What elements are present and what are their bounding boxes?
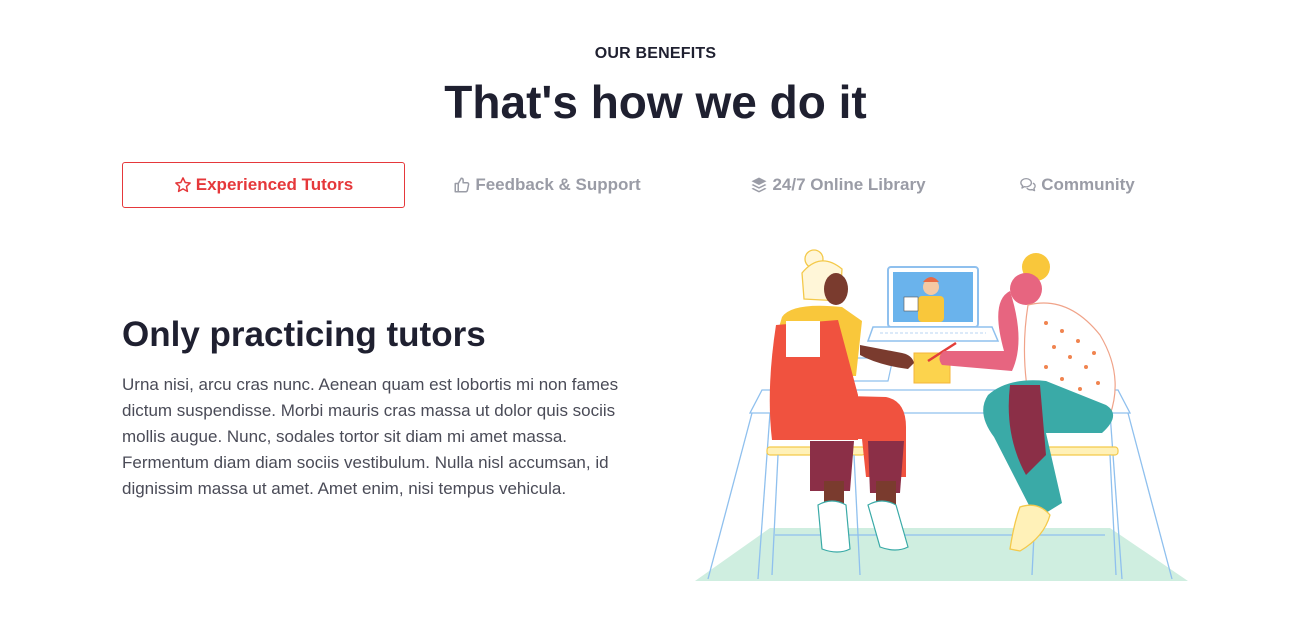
thumbs-up-icon — [453, 176, 471, 194]
illustration-svg — [695, 249, 1188, 581]
laptop — [866, 266, 1000, 342]
tab-online-library[interactable]: 24/7 Online Library — [712, 162, 964, 208]
tab-experienced-tutors[interactable]: Experienced Tutors — [122, 162, 405, 208]
content-body: Urna nisi, arcu cras nunc. Aenean quam e… — [122, 375, 619, 498]
content-title: Only practicing tutors — [122, 315, 486, 354]
tab-label: Community — [1041, 175, 1135, 194]
tab-label: Feedback & Support — [475, 175, 641, 194]
benefits-section: OUR BENEFITS That's how we do it Experie… — [0, 0, 1311, 635]
tutoring-session-illustration — [690, 245, 1190, 585]
tab-label: Experienced Tutors — [195, 175, 354, 194]
tab-feedback-support[interactable]: Feedback & Support — [427, 162, 667, 208]
star-icon — [174, 176, 192, 194]
section-eyebrow: OUR BENEFITS — [594, 45, 717, 62]
layers-icon — [750, 176, 768, 194]
section-headline: That's how we do it — [444, 76, 867, 128]
tab-community[interactable]: Community — [992, 162, 1162, 208]
benefit-tabs: Experienced Tutors Feedback & Support 24… — [122, 162, 1189, 208]
chat-bubbles-icon — [1019, 176, 1037, 194]
tab-label: 24/7 Online Library — [772, 175, 926, 194]
